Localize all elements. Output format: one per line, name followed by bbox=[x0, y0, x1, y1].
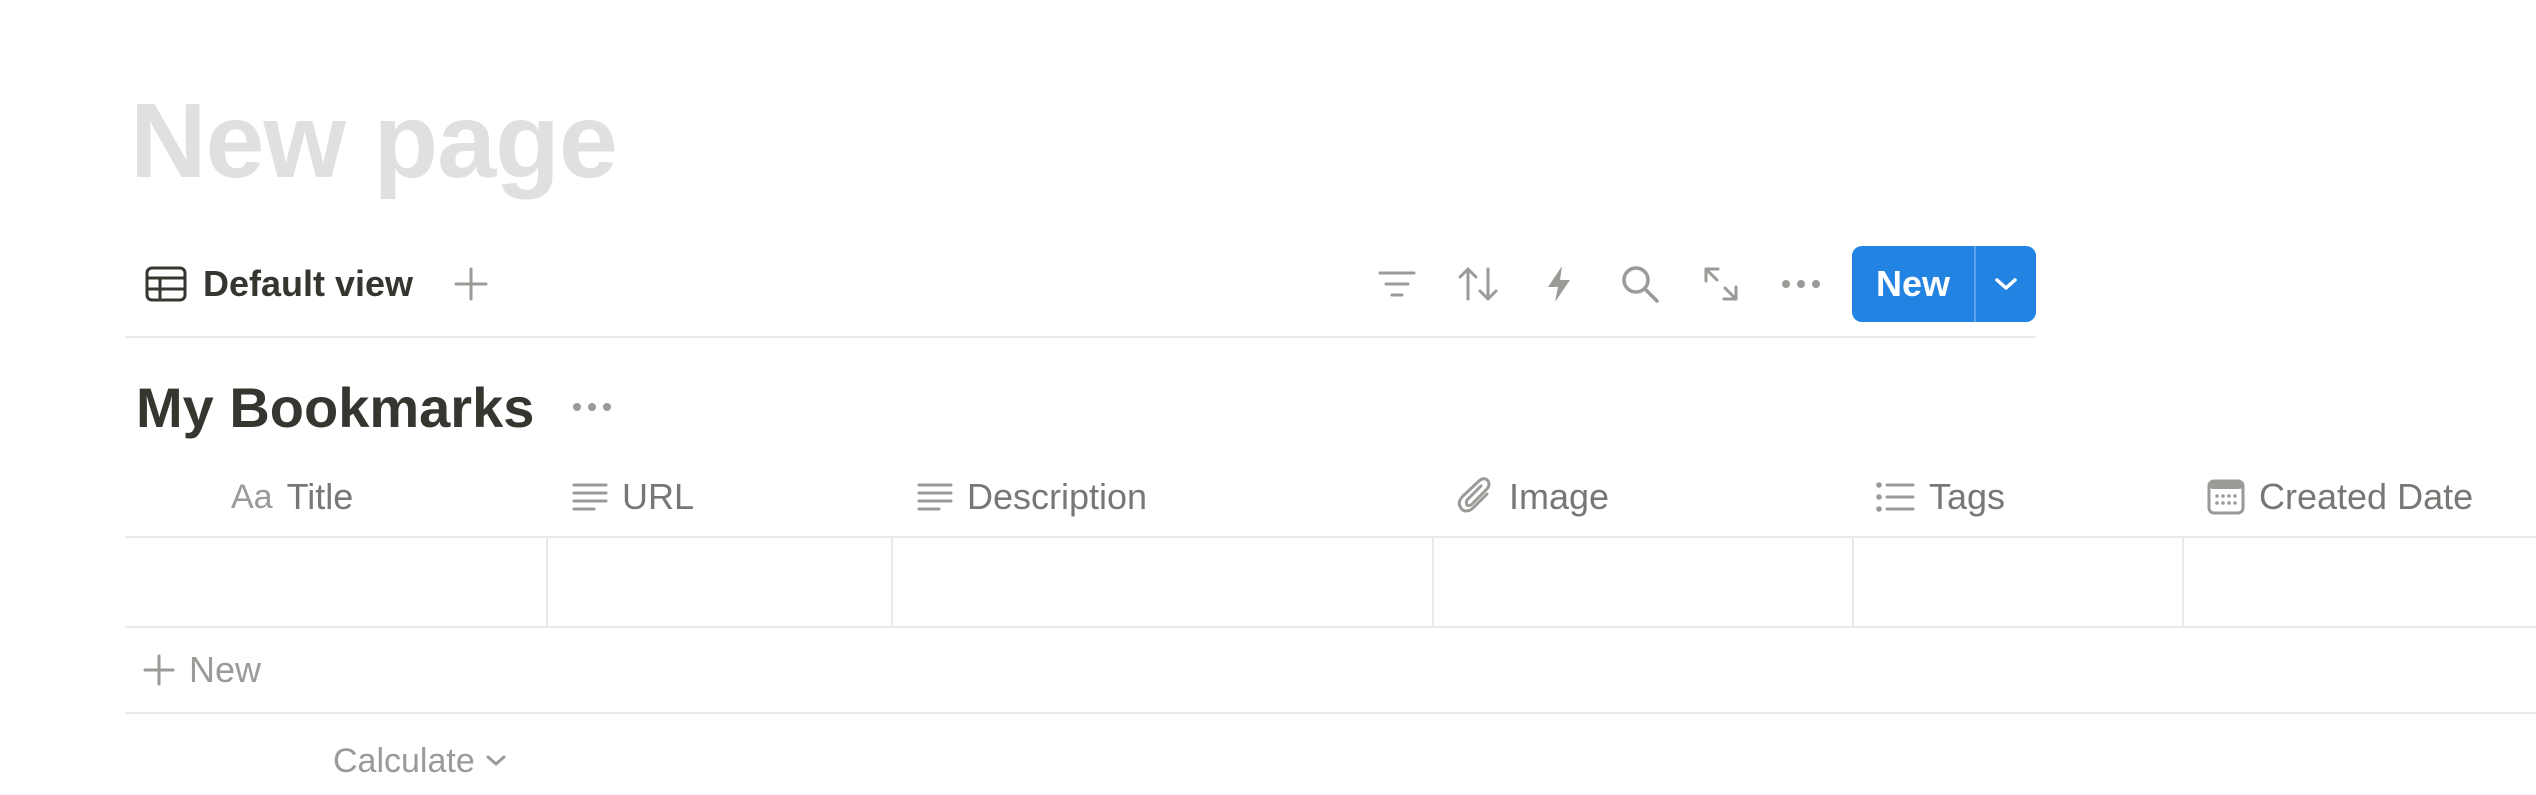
column-header-label: Created Date bbox=[2259, 476, 2474, 517]
search-icon bbox=[1622, 266, 1659, 303]
plus-icon bbox=[454, 267, 488, 301]
cell-tags[interactable] bbox=[1854, 538, 2184, 626]
add-view-button[interactable] bbox=[447, 260, 495, 308]
new-button[interactable]: New bbox=[1852, 246, 1974, 322]
sort-icon bbox=[1458, 267, 1498, 301]
view-bar: Default view New bbox=[125, 236, 2036, 338]
column-header-image[interactable]: Image bbox=[1457, 458, 1609, 536]
automation-bolt-icon bbox=[1548, 266, 1570, 302]
more-icon bbox=[1782, 280, 1820, 288]
calendar-icon bbox=[2207, 479, 2245, 515]
table-icon bbox=[145, 266, 187, 302]
column-header-title[interactable]: Aa Title bbox=[231, 458, 353, 536]
text-lines-icon bbox=[572, 483, 608, 511]
view-tab-label: Default view bbox=[203, 263, 414, 304]
page-title[interactable]: New page bbox=[130, 88, 618, 194]
add-row-button[interactable]: New bbox=[125, 628, 2536, 714]
table-row bbox=[125, 538, 2536, 628]
expand-button[interactable] bbox=[1695, 258, 1747, 310]
cell-title[interactable] bbox=[125, 538, 548, 626]
column-header-label: Image bbox=[1509, 476, 1610, 517]
more-button[interactable] bbox=[1775, 258, 1827, 310]
paperclip-icon bbox=[1457, 477, 1491, 513]
cell-image[interactable] bbox=[1434, 538, 1854, 626]
column-header-created-date[interactable]: Created Date bbox=[2207, 458, 2473, 536]
text-lines-icon bbox=[917, 483, 953, 511]
plus-icon bbox=[143, 654, 175, 686]
database-title[interactable]: My Bookmarks bbox=[136, 375, 534, 440]
column-header-label: URL bbox=[622, 476, 695, 517]
table-header: Aa Title URL Description Image Tags Crea… bbox=[125, 458, 2536, 538]
add-row-label: New bbox=[189, 649, 262, 690]
expand-icon bbox=[1704, 267, 1738, 301]
database-title-row: My Bookmarks bbox=[136, 372, 618, 442]
cell-url[interactable] bbox=[548, 538, 893, 626]
column-header-url[interactable]: URL bbox=[572, 458, 694, 536]
database-more-button[interactable] bbox=[566, 381, 618, 433]
search-button[interactable] bbox=[1614, 258, 1666, 310]
list-icon bbox=[1876, 482, 1915, 512]
cell-description[interactable] bbox=[893, 538, 1434, 626]
add-row-content: New bbox=[143, 646, 261, 694]
more-icon bbox=[573, 403, 612, 411]
column-header-label: Title bbox=[286, 476, 354, 517]
new-button-group: New bbox=[1852, 246, 2036, 322]
filter-icon bbox=[1378, 271, 1416, 297]
aa-text-icon: Aa bbox=[231, 477, 273, 516]
chevron-down-icon bbox=[486, 755, 506, 766]
calculate-button[interactable]: Calculate bbox=[333, 738, 507, 784]
chevron-down-icon bbox=[1995, 278, 2017, 290]
calculate-label: Calculate bbox=[333, 741, 475, 780]
column-header-description[interactable]: Description bbox=[917, 458, 1147, 536]
column-header-label: Description bbox=[967, 476, 1148, 517]
page: New page Default view New My Bookmarks A… bbox=[0, 0, 2536, 795]
view-tab-default[interactable]: Default view bbox=[145, 260, 413, 308]
column-header-tags[interactable]: Tags bbox=[1875, 458, 2005, 536]
column-header-label: Tags bbox=[1929, 476, 2006, 517]
filter-button[interactable] bbox=[1371, 258, 1423, 310]
new-button-dropdown[interactable] bbox=[1976, 246, 2036, 322]
sort-button[interactable] bbox=[1452, 258, 1504, 310]
automation-button[interactable] bbox=[1533, 258, 1585, 310]
